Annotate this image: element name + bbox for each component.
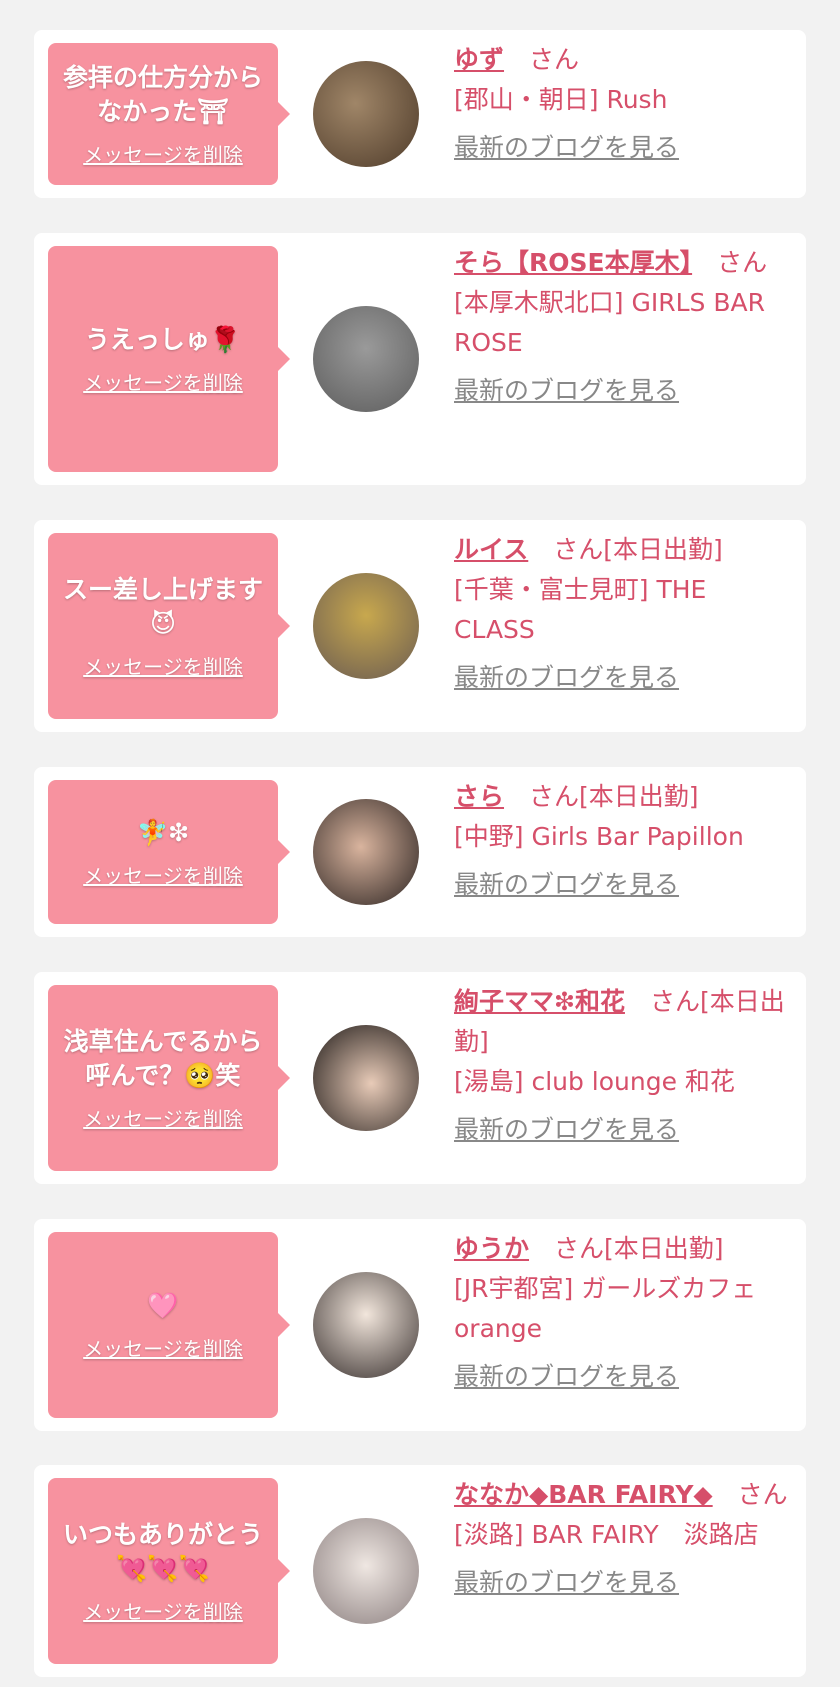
avatar[interactable] bbox=[313, 61, 419, 167]
message-bubble: うえっしゅ🌹 メッセージを削除 bbox=[48, 246, 290, 472]
delete-message-link[interactable]: メッセージを削除 bbox=[83, 139, 243, 168]
honorific: さん bbox=[649, 987, 700, 1016]
cast-info: ななか◆BAR FAIRY◆ さん [淡路] BAR FAIRY 淡路店 最新の… bbox=[454, 1475, 788, 1603]
message-card: いつもありがとう 💘💘💘 メッセージを削除 ななか◆BAR FAIRY◆ さん … bbox=[34, 1465, 806, 1677]
message-text: いつもありがとう 💘💘💘 bbox=[62, 1519, 263, 1583]
honorific: さん bbox=[553, 535, 604, 564]
avatar[interactable] bbox=[313, 306, 419, 412]
attendance-status: [本日出勤] bbox=[604, 1234, 724, 1263]
message-card: 🩷 メッセージを削除 ゆうか さん[本日出勤] [JR宇都宮] ガールズカフェo… bbox=[34, 1219, 806, 1431]
cast-info: ゆず さん [郡山・朝日] Rush 最新のブログを見る bbox=[454, 40, 788, 168]
cast-name-link[interactable]: ゆず bbox=[454, 45, 504, 74]
shop-name: [千葉・富士見町] THE CLASS bbox=[454, 575, 707, 644]
delete-message-link[interactable]: メッセージを削除 bbox=[83, 651, 243, 680]
avatar[interactable] bbox=[313, 1025, 419, 1131]
delete-message-link[interactable]: メッセージを削除 bbox=[83, 1596, 243, 1625]
cast-name-link[interactable]: そら【ROSE本厚木】 bbox=[454, 248, 692, 277]
message-text: うえっしゅ🌹 bbox=[84, 324, 242, 354]
honorific: さん bbox=[529, 782, 580, 811]
message-card: 参拝の仕方分から なかった⛩ メッセージを削除 ゆず さん [郡山・朝日] Ru… bbox=[34, 30, 806, 198]
blog-link[interactable]: 最新のブログを見る bbox=[454, 1563, 679, 1603]
shop-name: [湯島] club lounge 和花 bbox=[454, 1067, 735, 1096]
shop-name: [中野] Girls Bar Papillon bbox=[454, 822, 744, 851]
cast-info: ゆうか さん[本日出勤] [JR宇都宮] ガールズカフェorange 最新のブロ… bbox=[454, 1229, 788, 1397]
message-text: スー差し上げます 😈 bbox=[62, 574, 263, 638]
shop-name: [本厚木駅北口] GIRLS BAR ROSE bbox=[454, 288, 765, 357]
message-text: 浅草住んでるから 呼んで？🥺笑 bbox=[63, 1026, 263, 1090]
avatar[interactable] bbox=[313, 573, 419, 679]
honorific: さん bbox=[717, 248, 768, 277]
message-text: 🧚❇ bbox=[136, 817, 190, 847]
message-card: 浅草住んでるから 呼んで？🥺笑 メッセージを削除 絢子ママ❇和花 さん[本日出勤… bbox=[34, 972, 806, 1184]
attendance-status: [本日出勤] bbox=[579, 782, 699, 811]
delete-message-link[interactable]: メッセージを削除 bbox=[83, 860, 243, 889]
shop-name: [郡山・朝日] Rush bbox=[454, 85, 668, 114]
avatar[interactable] bbox=[313, 1272, 419, 1378]
honorific: さん bbox=[529, 45, 580, 74]
blog-link[interactable]: 最新のブログを見る bbox=[454, 128, 679, 168]
shop-name: [JR宇都宮] ガールズカフェorange bbox=[454, 1274, 757, 1343]
blog-link[interactable]: 最新のブログを見る bbox=[454, 865, 679, 905]
blog-link[interactable]: 最新のブログを見る bbox=[454, 371, 679, 411]
cast-info: 絢子ママ❇和花 さん[本日出勤] [湯島] club lounge 和花 最新の… bbox=[454, 982, 788, 1150]
message-bubble: いつもありがとう 💘💘💘 メッセージを削除 bbox=[48, 1478, 290, 1664]
cast-info: さら さん[本日出勤] [中野] Girls Bar Papillon 最新のブ… bbox=[454, 777, 788, 905]
cast-name-link[interactable]: 絢子ママ❇和花 bbox=[454, 987, 625, 1016]
cast-name-link[interactable]: ゆうか bbox=[454, 1234, 529, 1263]
avatar[interactable] bbox=[313, 799, 419, 905]
delete-message-link[interactable]: メッセージを削除 bbox=[83, 1333, 243, 1362]
message-bubble: スー差し上げます 😈 メッセージを削除 bbox=[48, 533, 290, 719]
cast-info: ルイス さん[本日出勤] [千葉・富士見町] THE CLASS 最新のブログを… bbox=[454, 530, 788, 698]
shop-name: [淡路] BAR FAIRY 淡路店 bbox=[454, 1520, 759, 1549]
message-bubble: 参拝の仕方分から なかった⛩ メッセージを削除 bbox=[48, 43, 290, 185]
blog-link[interactable]: 最新のブログを見る bbox=[454, 1357, 679, 1397]
attendance-status: [本日出勤] bbox=[603, 535, 723, 564]
message-text: 参拝の仕方分から なかった⛩ bbox=[62, 62, 263, 126]
message-bubble: 🧚❇ メッセージを削除 bbox=[48, 780, 290, 924]
delete-message-link[interactable]: メッセージを削除 bbox=[83, 367, 243, 396]
cast-name-link[interactable]: ルイス bbox=[454, 535, 528, 564]
honorific: さん bbox=[554, 1234, 605, 1263]
cast-name-link[interactable]: さら bbox=[454, 782, 504, 811]
message-bubble: 浅草住んでるから 呼んで？🥺笑 メッセージを削除 bbox=[48, 985, 290, 1171]
message-bubble: 🩷 メッセージを削除 bbox=[48, 1232, 290, 1418]
honorific: さん bbox=[737, 1480, 788, 1509]
message-card: うえっしゅ🌹 メッセージを削除 そら【ROSE本厚木】 さん [本厚木駅北口] … bbox=[34, 233, 806, 485]
message-card: スー差し上げます 😈 メッセージを削除 ルイス さん[本日出勤] [千葉・富士見… bbox=[34, 520, 806, 732]
blog-link[interactable]: 最新のブログを見る bbox=[454, 1110, 679, 1150]
delete-message-link[interactable]: メッセージを削除 bbox=[83, 1103, 243, 1132]
cast-name-link[interactable]: ななか◆BAR FAIRY◆ bbox=[454, 1480, 713, 1509]
cast-info: そら【ROSE本厚木】 さん [本厚木駅北口] GIRLS BAR ROSE 最… bbox=[454, 243, 788, 411]
message-text: 🩷 bbox=[147, 1290, 179, 1320]
message-card: 🧚❇ メッセージを削除 さら さん[本日出勤] [中野] Girls Bar P… bbox=[34, 767, 806, 937]
blog-link[interactable]: 最新のブログを見る bbox=[454, 658, 679, 698]
avatar[interactable] bbox=[313, 1518, 419, 1624]
